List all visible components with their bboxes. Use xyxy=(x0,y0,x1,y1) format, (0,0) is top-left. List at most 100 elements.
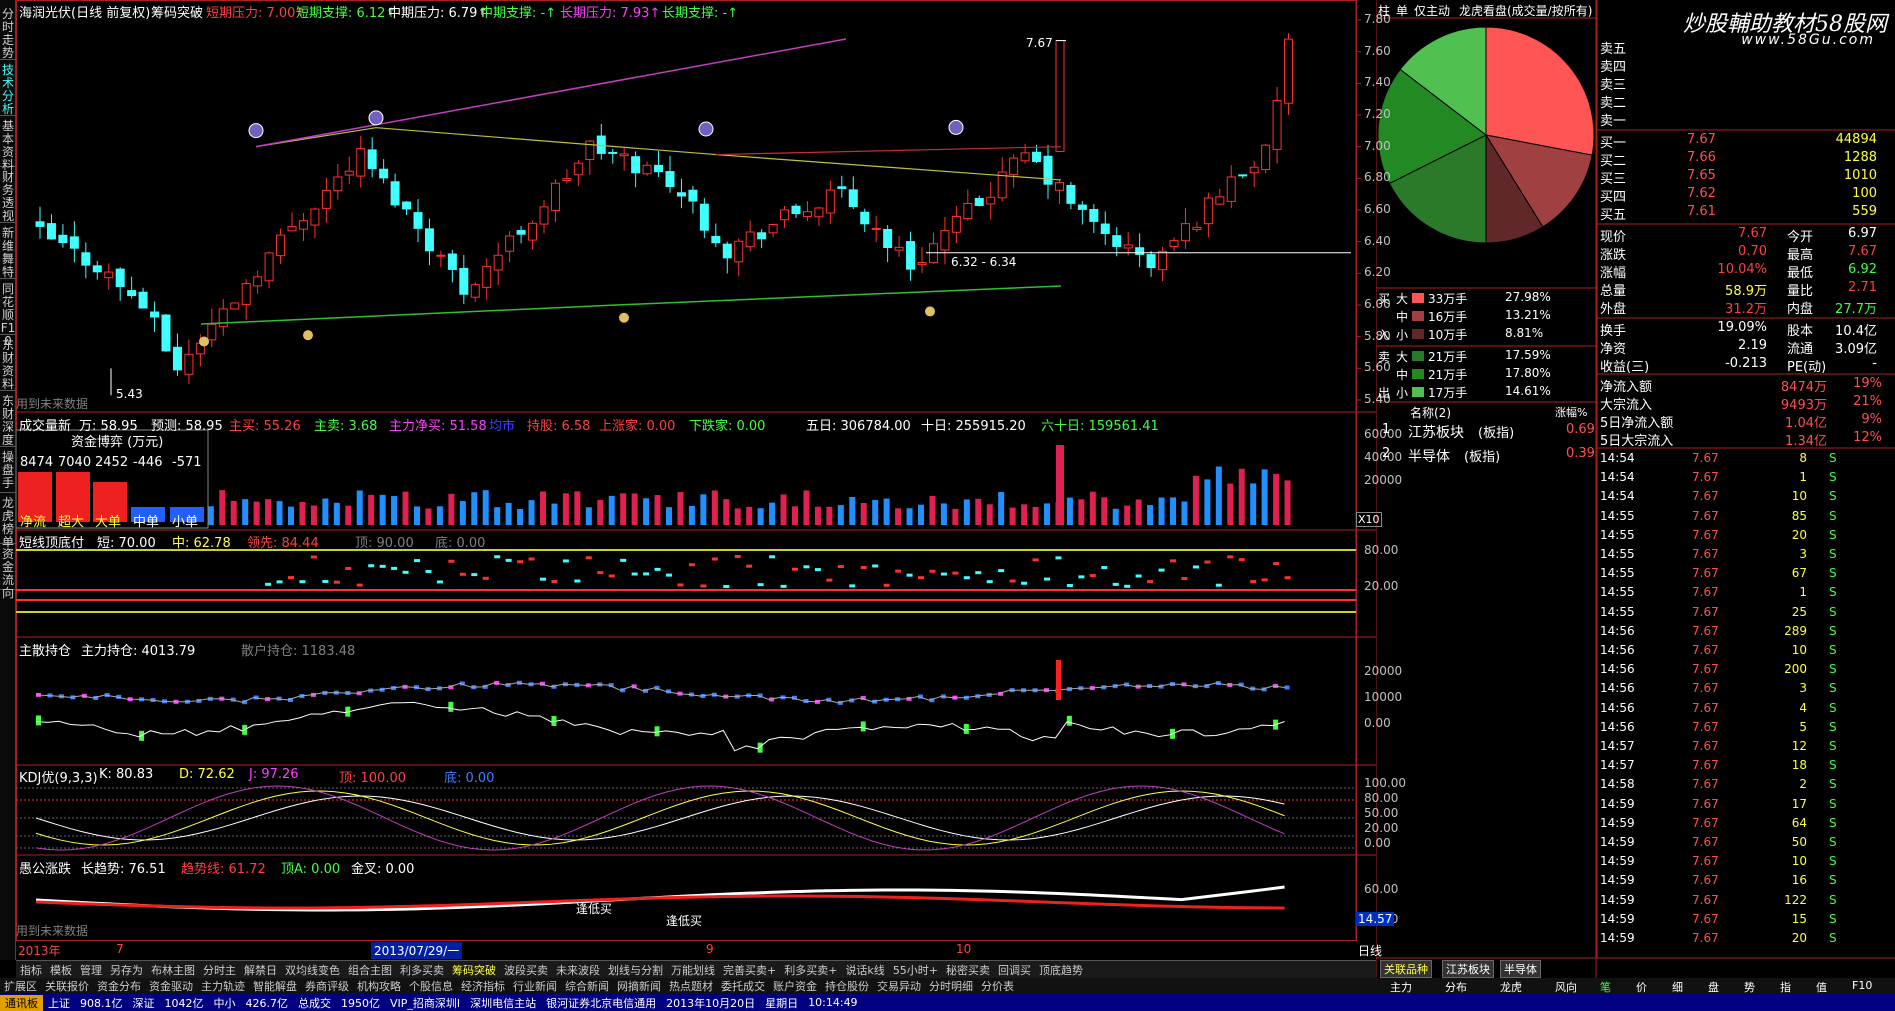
indicator-tab[interactable]: 秘密买卖 xyxy=(942,961,994,978)
left-tab-5[interactable]: 同花顺F10 xyxy=(0,280,16,348)
status-item: 深圳电信主站 xyxy=(470,996,537,1010)
extension-menu-item[interactable]: 经济指标 xyxy=(457,978,509,994)
tick-price: 7.67 xyxy=(1692,585,1719,600)
extension-menu-item[interactable]: 智能解盘 xyxy=(249,978,301,994)
kline-chart-svg xyxy=(16,0,1376,941)
volume-bar xyxy=(597,499,604,525)
right-bottom-tab[interactable]: 龙虎 xyxy=(1500,979,1522,995)
right-bottom-tab[interactable]: 风向 xyxy=(1555,979,1577,995)
side-tab[interactable]: 盘 xyxy=(1708,979,1719,995)
short-mark xyxy=(1066,584,1073,588)
right-bottom-tab[interactable]: 主力 xyxy=(1390,979,1412,995)
extension-menu-item[interactable]: 资金分布 xyxy=(93,978,145,994)
indicator-tab[interactable]: 筹码突破 xyxy=(448,961,500,978)
right-top-tab[interactable]: 仅主动 xyxy=(1414,2,1450,19)
volume-ma-item: 六十日: 159561.41 xyxy=(1041,419,1159,434)
candle-body xyxy=(1066,184,1076,204)
extension-menu-item[interactable]: 交易异动 xyxy=(873,978,925,994)
extension-menu-item[interactable]: 热点题材 xyxy=(665,978,717,994)
quote-value: 3.09亿 xyxy=(1835,342,1877,357)
kdj-header-item: K: 80.83 xyxy=(99,767,154,782)
side-tab[interactable]: 细 xyxy=(1672,979,1683,995)
volume-bar-last xyxy=(1056,445,1064,525)
side-tab[interactable]: 价 xyxy=(1636,979,1647,995)
left-tab-4[interactable]: 新维舞特 xyxy=(0,224,16,279)
indicator-tab[interactable]: 布林主图 xyxy=(147,961,199,978)
side-tab[interactable]: 指 xyxy=(1780,979,1791,995)
left-tab-6[interactable]: 东财资料 xyxy=(0,336,16,391)
right-top-tab[interactable]: 龙虎看盘(成交量/按所有) xyxy=(1459,2,1592,19)
short-mark xyxy=(517,560,524,564)
hold-axis-label: 20000 xyxy=(1364,664,1403,678)
indicator-tab[interactable]: 管理 xyxy=(76,961,106,978)
indicator-tab[interactable]: 未来波段 xyxy=(552,961,604,978)
extension-menu-item[interactable]: 网摘新闻 xyxy=(613,978,665,994)
left-tab-0[interactable]: 分时走势 xyxy=(0,5,16,60)
short-mark xyxy=(918,576,924,580)
indicator-tab[interactable]: 指标 xyxy=(16,961,46,978)
indicator-tab[interactable]: 顶底趋势 xyxy=(1035,961,1087,978)
extension-menu-item[interactable]: 分价表 xyxy=(977,978,1018,994)
indicator-tab[interactable]: 分时主 xyxy=(199,961,240,978)
left-tab-9[interactable]: 龙虎榜单 xyxy=(0,494,16,549)
sector-name[interactable]: 江苏板块 xyxy=(1408,422,1464,442)
extension-menu-item[interactable]: 机构攻略 xyxy=(353,978,405,994)
extension-menu-item[interactable]: 个股信息 xyxy=(405,978,457,994)
right-top-tab[interactable]: 柱 xyxy=(1378,2,1390,19)
candle-body xyxy=(104,271,114,279)
right-mid-tab[interactable]: 半导体 xyxy=(1500,960,1541,978)
right-mid-tab[interactable]: 关联品种 xyxy=(1380,960,1432,978)
left-tab-2[interactable]: 基本资料 xyxy=(0,117,16,172)
volume-bar xyxy=(242,499,249,525)
side-tab[interactable]: 值 xyxy=(1816,979,1827,995)
extension-menu-item[interactable]: 账户资金 xyxy=(769,978,821,994)
sell-signal-icon xyxy=(948,119,964,135)
indicator-tab[interactable]: 划线与分割 xyxy=(604,961,667,978)
short-mark xyxy=(769,555,776,559)
candle-body xyxy=(436,254,446,257)
volume-bar xyxy=(482,490,489,525)
extension-menu-item[interactable]: 委托成交 xyxy=(717,978,769,994)
flow-swatch xyxy=(1412,351,1424,361)
extension-menu-item[interactable]: 资金驱动 xyxy=(145,978,197,994)
buy-level-price: 7.66 xyxy=(1687,150,1716,165)
indicator-tab[interactable]: 完善买卖+ xyxy=(719,961,780,978)
side-tab[interactable]: 笔 xyxy=(1600,979,1611,995)
side-tab[interactable]: 势 xyxy=(1744,979,1755,995)
indicator-tab[interactable]: 双均线变色 xyxy=(281,961,344,978)
extension-menu-item[interactable]: 关联报价 xyxy=(41,978,93,994)
sector-name[interactable]: 半导体 xyxy=(1408,446,1450,466)
left-tab-10[interactable]: 资金流向 xyxy=(0,545,16,600)
left-tab-3[interactable]: 财务透视 xyxy=(0,168,16,223)
indicator-tab[interactable]: 利多买卖 xyxy=(396,961,448,978)
indicator-tab[interactable]: 解禁日 xyxy=(240,961,281,978)
extension-menu-item[interactable]: 行业新闻 xyxy=(509,978,561,994)
right-top-tab[interactable]: 单 xyxy=(1396,2,1408,19)
tick-time: 14:55 xyxy=(1600,547,1635,561)
tick-time: 14:59 xyxy=(1600,892,1635,907)
extension-menu-item[interactable]: 券商评级 xyxy=(301,978,353,994)
sell-level-label: 卖三 xyxy=(1600,78,1627,93)
extension-menu-item[interactable]: 主力轨迹 xyxy=(197,978,249,994)
left-tab-1[interactable]: 技术分析 xyxy=(0,61,16,116)
indicator-tab[interactable]: 万能划线 xyxy=(667,961,719,978)
right-mid-tab[interactable]: 江苏板块 xyxy=(1442,960,1494,978)
extension-menu-item[interactable]: 综合新闻 xyxy=(561,978,613,994)
extension-menu-item[interactable]: 扩展区 xyxy=(0,978,41,994)
extension-menu-item[interactable]: 分时明细 xyxy=(925,978,977,994)
indicator-tab[interactable]: 波段买卖 xyxy=(500,961,552,978)
indicator-tab[interactable]: 说话k线 xyxy=(841,961,888,978)
indicator-tab[interactable]: 利多买卖+ xyxy=(780,961,841,978)
indicator-tab[interactable]: 回调买 xyxy=(994,961,1035,978)
indicator-tab[interactable]: 模板 xyxy=(46,961,76,978)
side-tab[interactable]: F10 xyxy=(1852,979,1872,992)
left-tab-8[interactable]: 操盘手 xyxy=(0,448,16,493)
indicator-tab[interactable]: 组合主图 xyxy=(344,961,396,978)
status-item: 总成交 xyxy=(298,996,331,1010)
indicator-tab[interactable]: 另存为 xyxy=(106,961,147,978)
right-bottom-tab[interactable]: 分布 xyxy=(1445,979,1467,995)
left-tab-7[interactable]: 东财深度 xyxy=(0,392,16,447)
extension-menu-item[interactable]: 持仓股份 xyxy=(821,978,873,994)
hold-retail-bar xyxy=(860,721,866,732)
indicator-tab[interactable]: 55小时+ xyxy=(889,961,942,978)
